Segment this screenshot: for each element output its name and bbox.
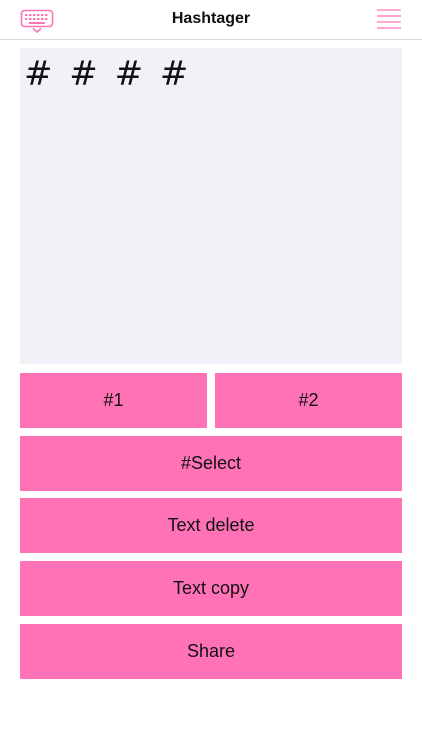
page-title: Hashtager	[171, 10, 251, 27]
menu-icon	[377, 9, 401, 29]
share-button[interactable]: Share	[20, 624, 402, 679]
hashtag-select-button[interactable]: #Select	[20, 436, 402, 491]
hashtag-2-button[interactable]: #2	[215, 373, 402, 428]
text-copy-button[interactable]: Text copy	[20, 561, 402, 616]
text-delete-button[interactable]: Text delete	[20, 498, 402, 553]
menu-button[interactable]	[376, 8, 402, 30]
navigation-bar: Hashtager	[0, 0, 422, 40]
hashtag-text-area[interactable]: # # # #	[20, 48, 402, 364]
hashtag-1-button[interactable]: #1	[20, 373, 207, 428]
